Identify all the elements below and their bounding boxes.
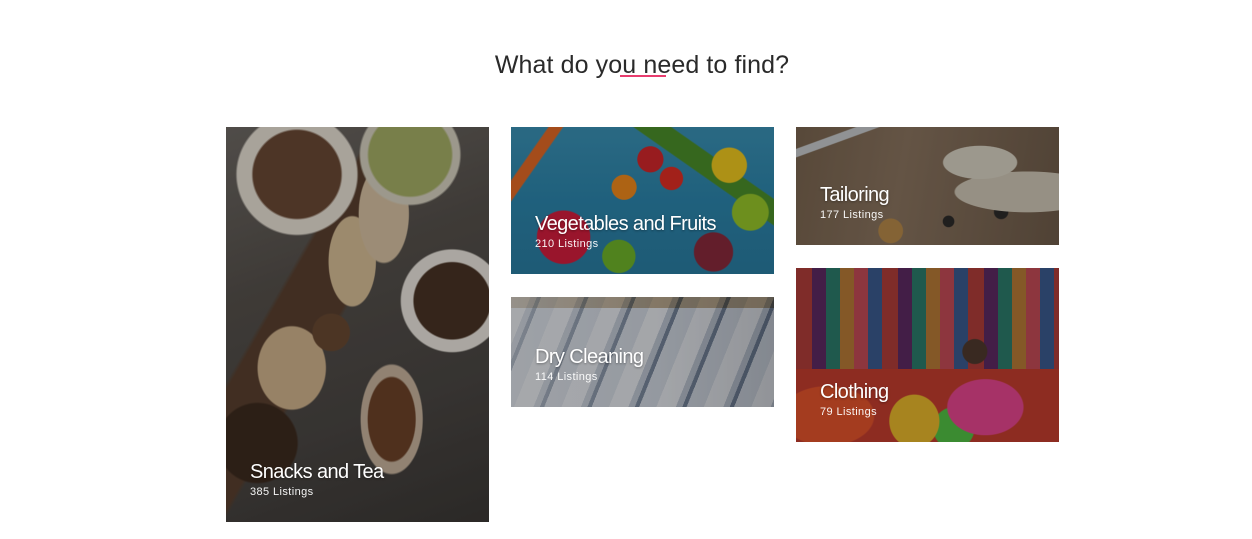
category-name: Clothing	[820, 381, 889, 403]
category-name: Dry Cleaning	[535, 346, 644, 368]
category-name: Vegetables and Fruits	[535, 213, 716, 235]
category-label: Clothing 79 Listings	[820, 380, 889, 418]
category-card-snacks-and-tea[interactable]: Snacks and Tea 385 Listings	[226, 127, 489, 522]
category-card-tailoring[interactable]: Tailoring 177 Listings	[796, 127, 1059, 245]
category-card-dry-cleaning[interactable]: Dry Cleaning 114 Listings	[511, 297, 774, 407]
listing-count: 79 Listings	[820, 406, 877, 418]
category-label: Snacks and Tea 385 Listings	[250, 460, 384, 498]
listing-count: 210 Listings	[535, 238, 599, 250]
category-card-vegetables-and-fruits[interactable]: Vegetables and Fruits 210 Listings	[511, 127, 774, 274]
image-overlay	[511, 127, 774, 274]
category-name: Tailoring	[820, 184, 890, 206]
category-label: Vegetables and Fruits 210 Listings	[535, 212, 716, 250]
listing-count: 177 Listings	[820, 209, 884, 221]
listing-count: 114 Listings	[535, 371, 598, 383]
listing-count: 385 Listings	[250, 486, 314, 498]
category-label: Tailoring 177 Listings	[820, 183, 890, 221]
title-underline	[620, 75, 666, 77]
category-card-clothing[interactable]: Clothing 79 Listings	[796, 268, 1059, 442]
category-label: Dry Cleaning 114 Listings	[535, 345, 644, 383]
category-name: Snacks and Tea	[250, 461, 384, 483]
